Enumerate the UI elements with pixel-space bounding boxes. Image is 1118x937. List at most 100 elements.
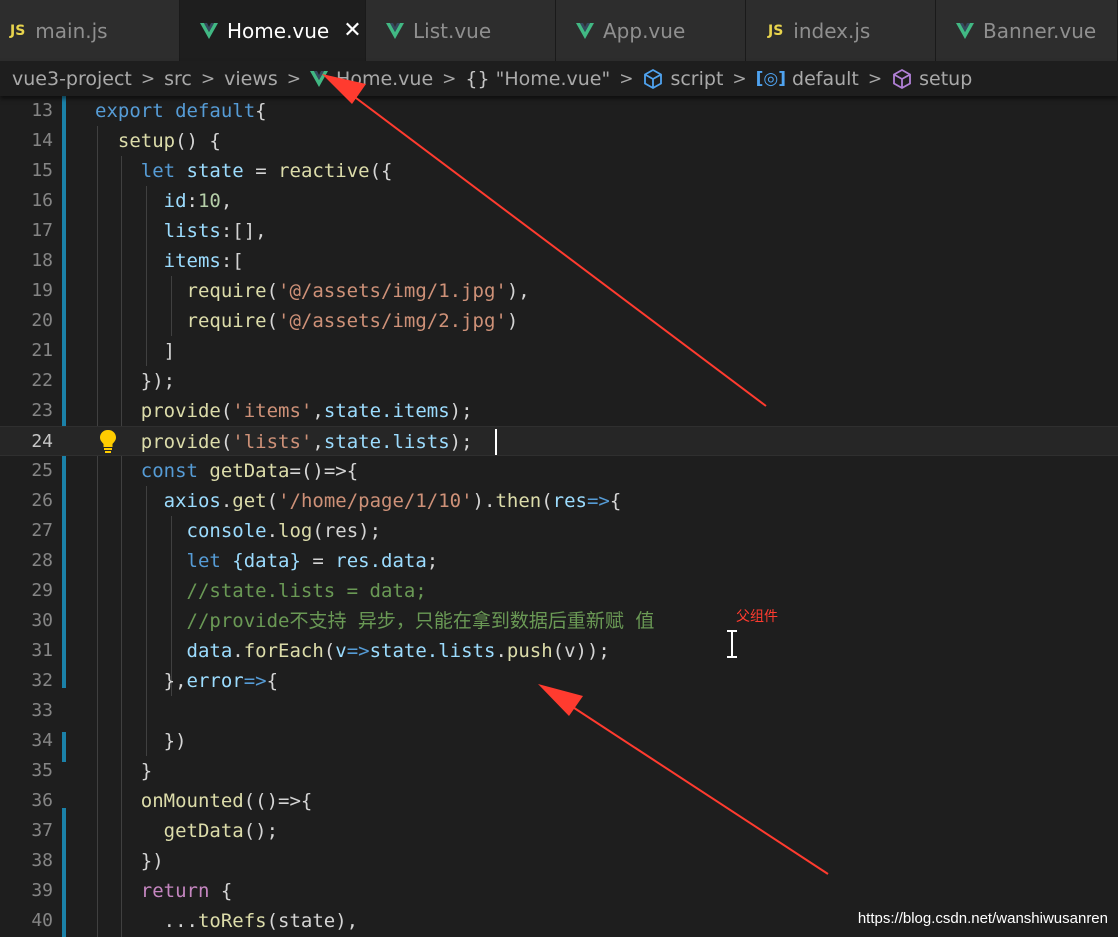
line-number: 38 <box>31 850 53 871</box>
breadcrumb-default[interactable]: default <box>792 68 859 90</box>
line-number: 37 <box>31 820 53 841</box>
code-line[interactable]: //provide不支持 异步，只能在拿到数据后重新赋 值 <box>95 606 655 636</box>
tab-label: App.vue <box>603 18 686 43</box>
line-number: 18 <box>31 250 53 271</box>
code-line[interactable]: }); <box>95 366 175 396</box>
annotation-label: 父组件 <box>736 609 778 625</box>
code-line[interactable]: items:[ <box>95 246 244 276</box>
close-icon[interactable]: ✕ <box>343 18 361 43</box>
line-number: 31 <box>31 640 53 661</box>
js-icon: JS <box>768 22 784 39</box>
breadcrumb-project[interactable]: vue3-project <box>12 68 132 90</box>
code-line[interactable]: setup() { <box>95 126 221 156</box>
module-braces-icon: {} <box>465 67 490 90</box>
line-number: 35 <box>31 760 53 781</box>
code-line[interactable]: provide('items',state.items); <box>95 396 473 426</box>
line-number: 17 <box>31 220 53 241</box>
line-number: 29 <box>31 580 53 601</box>
tab-label: main.js <box>35 18 108 43</box>
editor-tab-bar: JS main.js Home.vue ✕ List.vue App.vue J… <box>0 0 1118 61</box>
tab-main-js[interactable]: JS main.js <box>0 0 180 61</box>
code-line[interactable]: console.log(res); <box>95 516 382 546</box>
code-line[interactable]: let {data} = res.data; <box>95 546 439 576</box>
line-number: 36 <box>31 790 53 811</box>
breadcrumb-module[interactable]: "Home.vue" <box>496 68 611 90</box>
lightbulb-icon[interactable] <box>98 429 118 453</box>
breadcrumb-setup[interactable]: setup <box>919 68 972 90</box>
chevron-right-icon: > <box>867 68 883 89</box>
code-line[interactable]: ] <box>95 336 175 366</box>
line-number: 28 <box>31 550 53 571</box>
line-number: 21 <box>31 340 53 361</box>
code-line[interactable]: getData(); <box>95 816 278 846</box>
code-line[interactable]: return { <box>95 876 233 906</box>
line-number: 34 <box>31 730 53 751</box>
code-line[interactable]: },error=>{ <box>95 666 278 696</box>
line-number: 25 <box>31 460 53 481</box>
code-line[interactable]: //state.lists = data; <box>95 576 427 606</box>
chevron-right-icon: > <box>732 68 747 89</box>
code-editor[interactable]: 13 export default{ 14 setup() { 15 let s… <box>0 96 1118 937</box>
code-line[interactable]: } <box>95 756 152 786</box>
line-number: 22 <box>31 370 53 391</box>
current-line-highlight: 24 provide('lists',state.lists); <box>0 426 1118 456</box>
cube-icon <box>644 68 663 89</box>
tab-list-vue[interactable]: List.vue <box>366 0 556 61</box>
line-number: 23 <box>31 400 53 421</box>
code-line[interactable]: data.forEach(v=>state.lists.push(v)); <box>95 636 610 666</box>
line-number: 24 <box>31 431 53 452</box>
vue-icon <box>956 22 974 39</box>
code-line[interactable]: }) <box>95 726 187 756</box>
code-line[interactable]: require('@/assets/img/1.jpg'), <box>95 276 530 306</box>
chevron-right-icon: > <box>200 68 216 89</box>
line-number: 26 <box>31 490 53 511</box>
tab-label: Home.vue <box>227 18 330 43</box>
tab-app-vue[interactable]: App.vue <box>556 0 746 61</box>
code-line[interactable]: axios.get('/home/page/1/10').then(res=>{ <box>95 486 622 516</box>
code-line[interactable]: let state = reactive({ <box>95 156 393 186</box>
line-number: 30 <box>31 610 53 631</box>
breadcrumb-src[interactable]: src <box>164 68 192 90</box>
vue-icon <box>310 70 329 87</box>
chevron-right-icon: > <box>286 68 302 89</box>
chevron-right-icon: > <box>442 68 457 89</box>
line-number: 15 <box>31 160 53 181</box>
ibeam-cursor-icon <box>727 630 737 658</box>
code-line[interactable]: export default{ <box>95 96 267 126</box>
line-number: 33 <box>31 700 53 721</box>
cube-icon <box>893 68 912 89</box>
line-number: 19 <box>31 280 53 301</box>
tab-banner-vue[interactable]: Banner.vue <box>936 0 1118 61</box>
namespace-icon: [◎] <box>755 68 787 89</box>
code-line[interactable]: id:10, <box>95 186 233 216</box>
code-line[interactable]: const getData=()=>{ <box>95 456 358 486</box>
line-number: 39 <box>31 880 53 901</box>
js-icon: JS <box>10 22 26 39</box>
tab-label: index.js <box>793 18 871 43</box>
line-number: 32 <box>31 670 53 691</box>
breadcrumb: vue3-project > src > views > Home.vue > … <box>0 61 1118 96</box>
code-line[interactable]: require('@/assets/img/2.jpg') <box>95 306 519 336</box>
line-number: 40 <box>31 910 53 931</box>
line-number: 13 <box>31 100 53 121</box>
chevron-right-icon: > <box>140 68 156 89</box>
tab-home-vue[interactable]: Home.vue ✕ <box>180 0 366 61</box>
breadcrumb-views[interactable]: views <box>224 68 278 90</box>
line-number: 20 <box>31 310 53 331</box>
tab-label: Banner.vue <box>983 18 1097 43</box>
tab-index-js[interactable]: JS index.js <box>746 0 936 61</box>
code-line[interactable]: ...toRefs(state), <box>95 906 358 936</box>
breadcrumb-script[interactable]: script <box>670 68 723 90</box>
code-line[interactable]: lists:[], <box>95 216 267 246</box>
tab-label: List.vue <box>413 18 492 43</box>
code-line[interactable]: provide('lists',state.lists); <box>95 427 473 457</box>
line-number: 16 <box>31 190 53 211</box>
code-line[interactable]: }) <box>95 846 164 876</box>
chevron-right-icon: > <box>619 68 634 89</box>
breadcrumb-file[interactable]: Home.vue <box>336 68 433 90</box>
watermark: https://blog.csdn.net/wanshiwusanren <box>857 910 1108 927</box>
text-cursor <box>495 429 497 455</box>
code-line[interactable]: onMounted(()=>{ <box>95 786 313 816</box>
line-number: 14 <box>31 130 53 151</box>
vue-icon <box>200 22 218 39</box>
